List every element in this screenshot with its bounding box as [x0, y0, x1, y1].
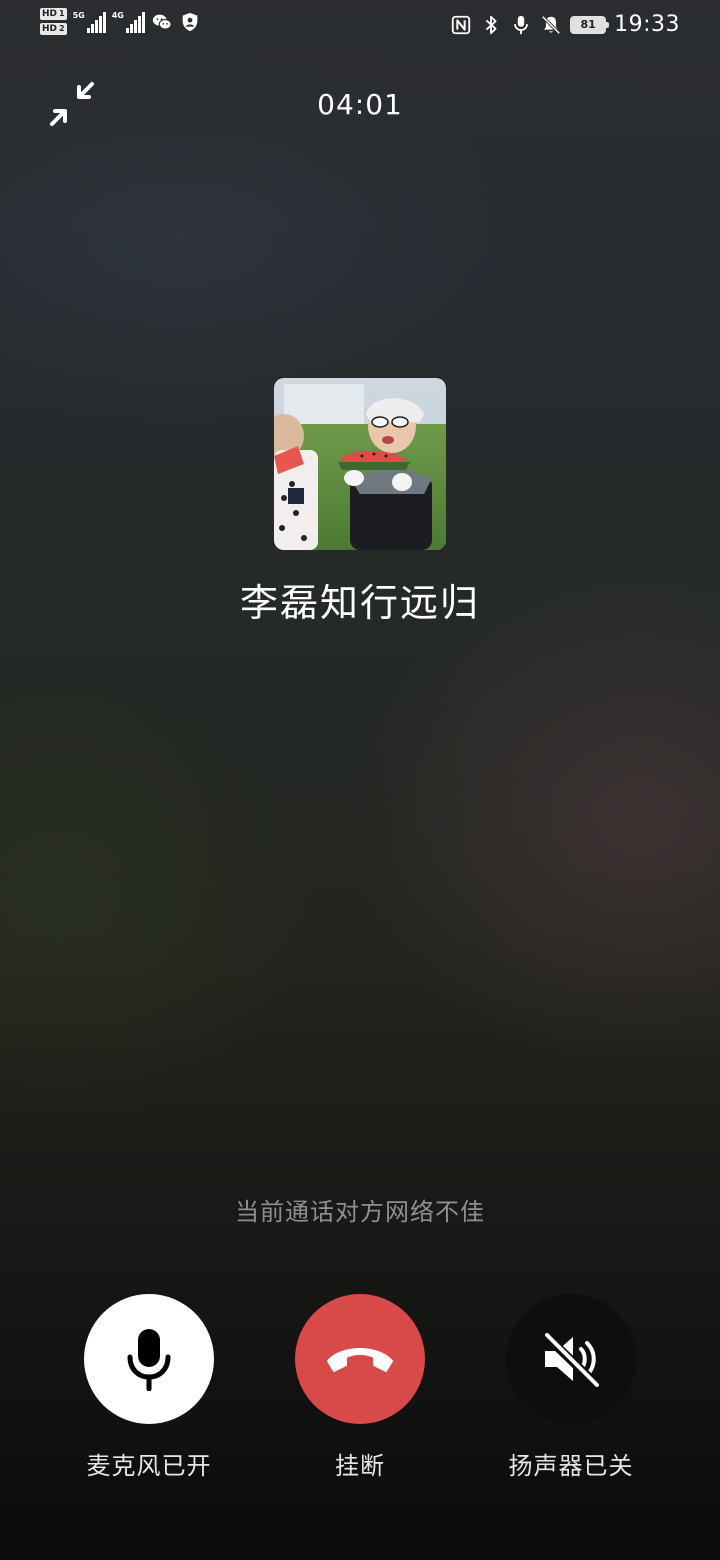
- microphone-control: 麦克风已开: [49, 1294, 249, 1481]
- hangup-label: 挂断: [335, 1452, 385, 1480]
- contact-avatar: [274, 378, 446, 550]
- avatar-photo: [274, 378, 446, 550]
- microphone-button[interactable]: [84, 1294, 214, 1424]
- bluetooth-icon: [485, 15, 497, 34]
- nfc-icon: [451, 15, 471, 34]
- status-bar-left: HD 1 HD 2 5G 4G: [40, 8, 201, 35]
- speaker-control: 扬声器已关: [471, 1294, 671, 1481]
- signal-5g-icon: 5G: [73, 11, 106, 33]
- hangup-button[interactable]: [295, 1294, 425, 1424]
- status-clock: 19:33: [614, 12, 680, 37]
- phone-hangup-icon: [327, 1348, 393, 1372]
- sim2-hd-badge: HD 2: [40, 23, 67, 35]
- speaker-button[interactable]: [506, 1294, 636, 1424]
- status-bar: HD 1 HD 2 5G 4G 81 19:33: [0, 0, 720, 56]
- voice-call-screen: HD 1 HD 2 5G 4G 81 19:33 04:01 李磊知行远归 当前…: [0, 0, 720, 1560]
- contact-name: 李磊知行远归: [239, 581, 480, 625]
- microphone-label: 麦克风已开: [86, 1452, 212, 1480]
- battery-icon: 81: [570, 15, 610, 34]
- wechat-icon: [152, 14, 172, 30]
- hangup-control: 挂断: [260, 1294, 460, 1481]
- status-bar-right: 81 19:33: [450, 12, 680, 37]
- microphone-icon: [514, 15, 528, 34]
- speaker-label: 扬声器已关: [508, 1452, 634, 1480]
- speaker-off-icon: [541, 1331, 601, 1389]
- microphone-icon: [127, 1329, 171, 1391]
- bell-muted-icon: [541, 15, 561, 34]
- signal-4g-icon: 4G: [112, 11, 145, 33]
- sim1-hd-badge: HD 1: [40, 8, 67, 20]
- sim-indicators: HD 1 HD 2: [40, 8, 67, 35]
- network-warning: 当前通话对方网络不佳: [235, 1198, 485, 1226]
- call-duration: 04:01: [317, 88, 403, 121]
- shield-icon: [182, 12, 198, 31]
